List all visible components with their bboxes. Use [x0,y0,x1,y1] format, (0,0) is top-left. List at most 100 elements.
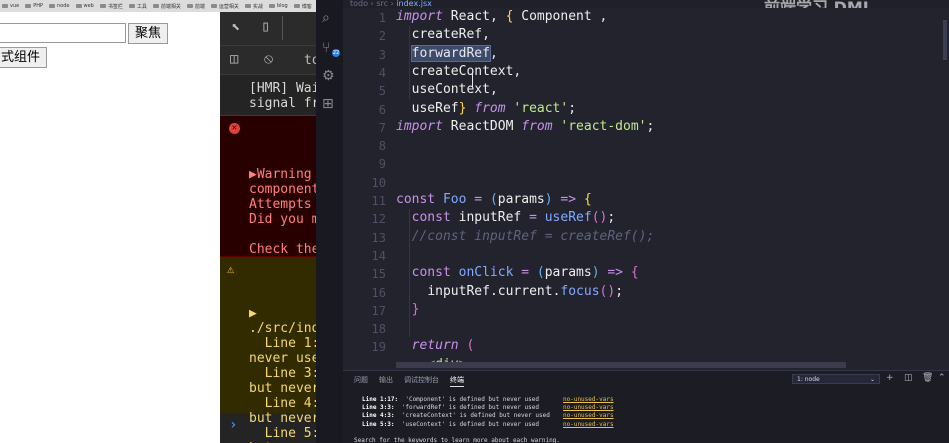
bookmark-item[interactable]: 前端相关 [152,3,181,10]
terminal-selector-value: 1: node [797,376,820,383]
bookmark-label: node [57,3,70,9]
bookmark-item[interactable]: 前端 [186,3,205,10]
bookmark-label: 前端相关 [160,3,181,10]
search-icon[interactable]: ⌕ [322,10,330,26]
device-toolbar-icon[interactable]: ▯ [261,19,270,34]
new-terminal-icon[interactable]: + [886,373,894,383]
console-message-info: [HMR] Wai signal fr [220,75,316,116]
line-number: 16 [371,285,386,300]
bookmark-label: blog [276,3,288,9]
devtools-main-toolbar: ⬉ ▯ [220,12,316,46]
code-line: const inputRef = useRef(); [411,210,616,226]
console-line: never use [249,351,316,366]
code-line: } [411,301,420,317]
terminal-rule-link[interactable]: no-unused-vars [563,421,614,428]
extensions-icon[interactable]: ⊞ [322,96,334,112]
folder-icon [75,4,82,8]
bookmark-item[interactable]: vue [2,3,19,9]
terminal-rule-link[interactable]: no-unused-vars [563,404,614,411]
panel-tab[interactable]: 输出 [379,375,393,387]
code-line: const Foo = (params) => { [396,192,592,207]
breadcrumb-file[interactable]: index.jsx [396,0,432,8]
terminal-line-location: Line 4:3: [362,412,395,420]
console-log: [HMR] Wai signal fr ✕ ▶Warning component At… [220,75,316,443]
line-number: 1 [378,11,386,25]
horizontal-scrollbar[interactable] [396,362,846,368]
terminal-selector[interactable]: 1: node ⌄ [792,374,880,384]
context-selector[interactable]: to [304,53,316,68]
trash-icon[interactable]: 🗑 [922,373,933,383]
vertical-scrollbar[interactable] [943,20,947,60]
console-message-warning[interactable]: ⚠ ▶ ./src/ind Line 1: never use Line 3: but… [220,257,316,443]
code-line: useContext, [411,82,498,98]
split-terminal-icon[interactable]: ◫ [904,373,913,383]
terminal-line-location: Line 1:17: [362,396,399,403]
bookmark-item[interactable]: web [75,3,94,9]
code-line: useRef} from 'react'; [411,100,577,116]
console-line: component [249,182,316,197]
inspect-element-icon[interactable]: ⬉ [231,20,240,35]
error-icon: ✕ [229,123,240,134]
indent-guide [409,209,410,338]
bookmark-item[interactable]: 实战 [244,3,263,10]
panel-tab[interactable]: 终端 [450,375,464,387]
clear-console-icon[interactable]: ⦸ [264,52,273,66]
breadcrumb-src[interactable]: src [376,0,388,8]
console-prompt[interactable]: › [229,417,237,433]
terminal-footer: Search for the keywords to learn more ab… [354,437,560,443]
source-control-icon[interactable]: ⑂ [322,40,330,56]
terminal-line-message: 'useContext' is defined but never used [394,420,540,428]
bookmark-item[interactable]: 运营相关 [210,3,239,10]
console-line: Did you m [249,212,316,227]
chevron-down-icon: ⌄ [869,376,875,383]
source-control-badge: 22 [332,49,340,57]
panel-tab[interactable]: 调试控制台 [404,375,439,387]
debug-icon[interactable]: ⚙ [322,68,335,84]
terminal-line: Line 5:3: 'useContext' is defined but ne… [362,421,539,428]
toolbar-divider [282,16,283,40]
folder-icon [186,4,193,8]
code-line: inputRef.current.focus(); [427,283,624,299]
line-number: 8 [378,139,386,154]
line-number: 5 [378,84,386,99]
component-button[interactable]: 式组件 [0,47,48,68]
bookmark-item[interactable]: 书签栏 [99,3,123,10]
bookmark-item[interactable]: blog [268,3,288,9]
folder-icon [99,4,106,8]
console-toolbar: ◫ ⦸ to [220,46,316,75]
terminal-line-message: 'createContext' is defined but never use… [394,412,550,420]
bookmark-item[interactable]: 工具 [128,3,147,10]
console-line: Line 3: [249,366,316,381]
console-line: Line 1: [249,336,316,351]
line-number: 11 [371,194,386,208]
bookmark-label: 前端 [194,3,205,10]
console-line: ▶Warning [249,167,312,182]
app-viewport: 聚焦 式组件 [0,12,220,443]
line-number: 14 [371,248,386,263]
panel-tab[interactable]: 问题 [354,375,368,387]
maximize-panel-icon[interactable]: ⌃ [938,373,946,383]
line-number: 9 [378,157,386,172]
terminal-line-message: 'forwardRef' is defined but never used [394,404,540,412]
line-number: 12 [371,212,386,227]
breadcrumb-folder[interactable]: todo [350,0,368,8]
line-number: 4 [378,65,386,80]
line-number: 19 [371,340,386,355]
bookmark-item[interactable]: node [49,3,70,9]
focus-button[interactable]: 聚焦 [128,23,169,44]
line-number: 15 [371,267,386,282]
code-line: const onClick = (params) => { [411,265,639,281]
bookmark-item[interactable]: PHP [25,3,43,9]
bookmark-item[interactable]: 博客 [293,3,312,10]
bookmark-label: vue [10,3,20,9]
console-message-error[interactable]: ✕ ▶Warning component Attempts Did you m Che… [220,116,316,302]
text-cursor [472,72,473,87]
text-input[interactable] [0,23,126,43]
folder-icon [128,4,135,8]
line-number: 13 [371,230,386,245]
terminal-rule-link[interactable]: no-unused-vars [563,396,614,403]
terminal-rule-link[interactable]: no-unused-vars [563,412,614,419]
sidebar-toggle-icon[interactable]: ◫ [230,52,238,66]
code-editor[interactable]: 1 2 3 4 5 6 7 8 9 10 11 12 13 14 15 16 17 18 19 import Rea… [343,8,949,372]
